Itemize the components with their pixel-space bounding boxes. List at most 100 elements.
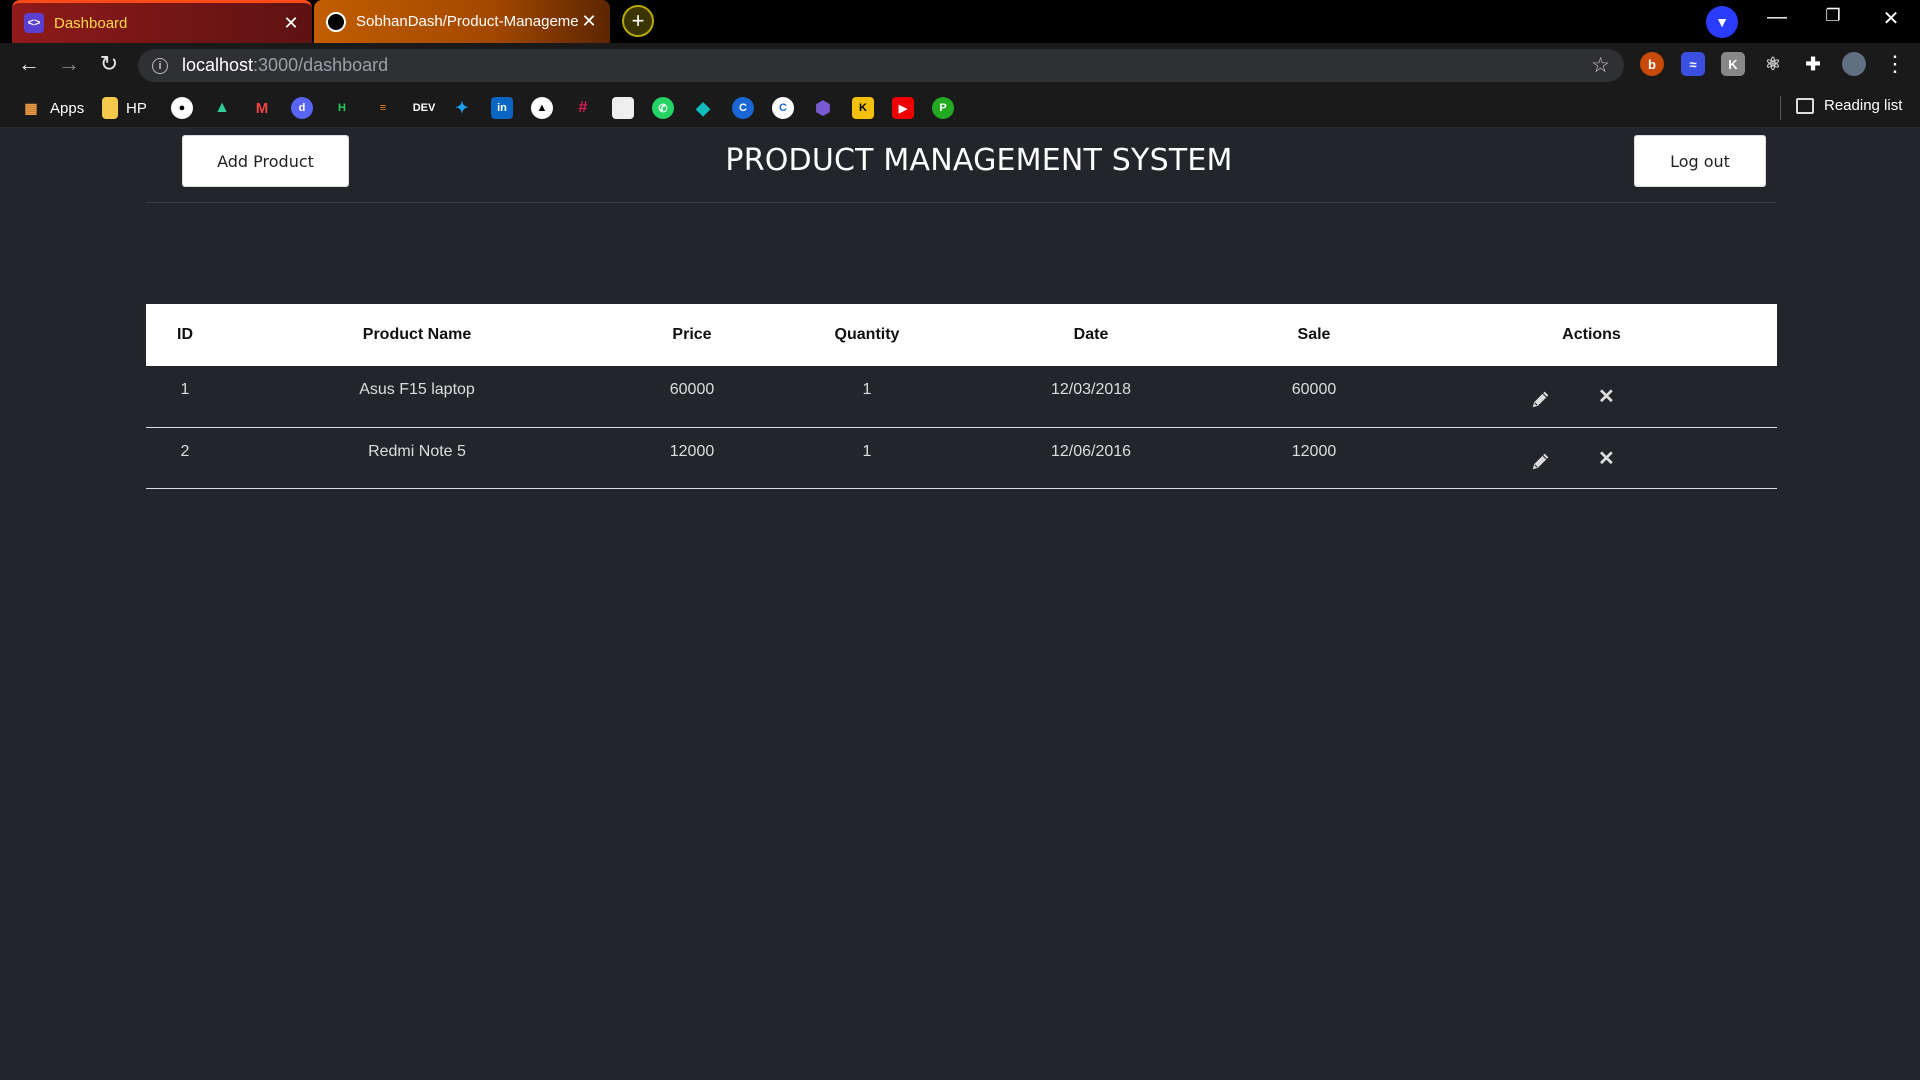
bookmark-github[interactable]: ● [171, 97, 193, 119]
bookmark-twitter[interactable]: ✦ [451, 97, 473, 119]
google-drive-icon: ▲ [214, 99, 230, 116]
dev-icon: DEV [412, 102, 436, 114]
reload-icon[interactable]: ↻ [94, 51, 124, 77]
column-header-quantity: Quantity [834, 326, 900, 343]
logout-button[interactable]: Log out [1634, 135, 1766, 187]
column-header-id: ID [177, 326, 193, 343]
brave-extension-icon[interactable]: b [1640, 52, 1664, 76]
bookmark-dev[interactable]: DEV [411, 97, 437, 119]
cell-quantity: 1 [774, 427, 960, 489]
bookmark-drive[interactable]: ▲ [211, 97, 233, 119]
bookmark-keep[interactable]: K [852, 97, 874, 119]
close-icon[interactable]: ✕ [580, 11, 598, 32]
cell-actions: ✕ [1406, 427, 1777, 489]
shield-icon: P [932, 97, 954, 119]
bookmark-hexagon[interactable]: ⬢ [812, 97, 834, 119]
linkedin-icon: in [491, 97, 513, 119]
bookmark-apps[interactable]: ▦ Apps [20, 97, 84, 119]
react-devtools-icon[interactable]: ⚛ [1761, 52, 1785, 76]
bookmark-vercel[interactable]: ▲ [531, 97, 553, 119]
avatar[interactable] [1842, 52, 1866, 76]
minimize-icon[interactable]: — [1762, 6, 1792, 29]
close-icon[interactable]: ✕ [282, 13, 300, 34]
cell-actions: ✕ [1406, 366, 1777, 428]
cell-id: 1 [146, 366, 224, 428]
info-icon[interactable]: i [152, 57, 168, 74]
reading-list-icon [1796, 97, 1814, 114]
vercel-icon: ▲ [531, 97, 553, 119]
tab-dashboard[interactable]: <> Dashboard ✕ [12, 0, 312, 43]
bookmark-shield[interactable]: P [932, 97, 954, 119]
codechef-icon: C [732, 97, 754, 119]
cell-id: 2 [146, 427, 224, 489]
puzzle-icon[interactable]: ✚ [1801, 52, 1825, 76]
bookmark-page[interactable] [612, 97, 634, 119]
bookmark-linkedin[interactable]: in [491, 97, 513, 119]
discord-icon: d [291, 97, 313, 119]
bookmark-c[interactable]: C [772, 97, 794, 119]
page-title: PRODUCT MANAGEMENT SYSTEM [725, 143, 1233, 178]
extension-icon[interactable]: K [1721, 52, 1745, 76]
bookmark-page-icon [612, 97, 634, 119]
cell-sale: 60000 [1222, 366, 1406, 428]
edit-pencil-icon[interactable] [1530, 450, 1552, 472]
forward-icon[interactable]: → [54, 51, 84, 77]
url-text[interactable]: localhost:3000/dashboard [182, 55, 388, 76]
column-header-product-name: Product Name [362, 326, 472, 343]
table-header-row: ID Product Name Price Quantity Date Sale… [146, 304, 1777, 366]
circle-c-icon: C [772, 97, 794, 119]
folder-icon [102, 97, 118, 119]
extension-icon[interactable]: ≈ [1681, 52, 1705, 76]
gmail-icon: M [255, 99, 269, 117]
delete-x-icon[interactable]: ✕ [1598, 449, 1615, 469]
app-logo-icon: <> [24, 13, 44, 33]
slack-icon: # [578, 99, 588, 116]
browser-toolbar: ← → ↻ i localhost:3000/dashboard ☆ b ≈ K… [0, 43, 1920, 88]
cell-price: 12000 [610, 427, 774, 489]
delete-x-icon[interactable]: ✕ [1598, 387, 1615, 407]
new-tab-button[interactable]: + [622, 5, 654, 37]
bookmark-youtube[interactable]: ▶ [892, 97, 914, 119]
back-icon[interactable]: ← [14, 51, 44, 77]
hexagon-icon: ⬢ [815, 97, 831, 118]
column-header-actions: Actions [1562, 326, 1621, 343]
cell-product-name: Asus F15 laptop [224, 366, 610, 428]
bookmark-star-icon[interactable]: ☆ [1591, 53, 1610, 78]
bookmark-hp[interactable]: HP [102, 97, 147, 119]
bookmark-diamond[interactable]: ◆ [692, 97, 714, 119]
tab-title: SobhanDash/Product-Manageme [356, 13, 579, 30]
stackoverflow-icon: ≡ [379, 102, 387, 114]
bookmark-hackerrank[interactable]: H [331, 97, 353, 119]
apps-grid-icon: ▦ [24, 99, 38, 116]
cell-date: 12/03/2018 [960, 366, 1222, 428]
reading-list-button[interactable]: Reading list [1796, 97, 1902, 114]
address-bar[interactable]: i localhost:3000/dashboard ☆ [138, 49, 1624, 82]
edit-pencil-icon[interactable] [1530, 388, 1552, 410]
products-table: ID Product Name Price Quantity Date Sale… [146, 304, 1777, 489]
youtube-icon: ▶ [892, 97, 914, 119]
cell-product-name: Redmi Note 5 [224, 427, 610, 489]
tab-github[interactable]: SobhanDash/Product-Manageme ✕ [314, 0, 610, 43]
github-icon [326, 11, 346, 32]
cell-date: 12/06/2016 [960, 427, 1222, 489]
bookmark-whatsapp[interactable]: ✆ [652, 97, 674, 119]
tab-search-icon[interactable]: ▼ [1706, 6, 1738, 38]
table-row: 2 Redmi Note 5 12000 1 12/06/2016 12000 … [146, 427, 1777, 489]
bookmark-codechef[interactable]: C [732, 97, 754, 119]
table-row: 1 Asus F15 laptop 60000 1 12/03/2018 600… [146, 366, 1777, 428]
bookmark-discord[interactable]: d [291, 97, 313, 119]
bookmark-slack[interactable]: # [572, 97, 594, 119]
restore-icon[interactable]: ❐ [1818, 6, 1848, 26]
tab-title: Dashboard [54, 14, 128, 32]
column-header-sale: Sale [1297, 326, 1331, 343]
bookmark-stackoverflow[interactable]: ≡ [372, 97, 394, 119]
more-menu-icon[interactable]: ⋮ [1884, 51, 1906, 77]
header-divider [146, 202, 1777, 203]
column-header-price: Price [672, 326, 712, 343]
twitter-icon: ✦ [455, 100, 469, 117]
close-window-icon[interactable]: ✕ [1876, 6, 1906, 31]
column-header-date: Date [1073, 326, 1109, 343]
bookmark-gmail[interactable]: M [251, 97, 273, 119]
diamond-icon: ◆ [696, 97, 710, 118]
hackerrank-icon: H [338, 102, 346, 114]
